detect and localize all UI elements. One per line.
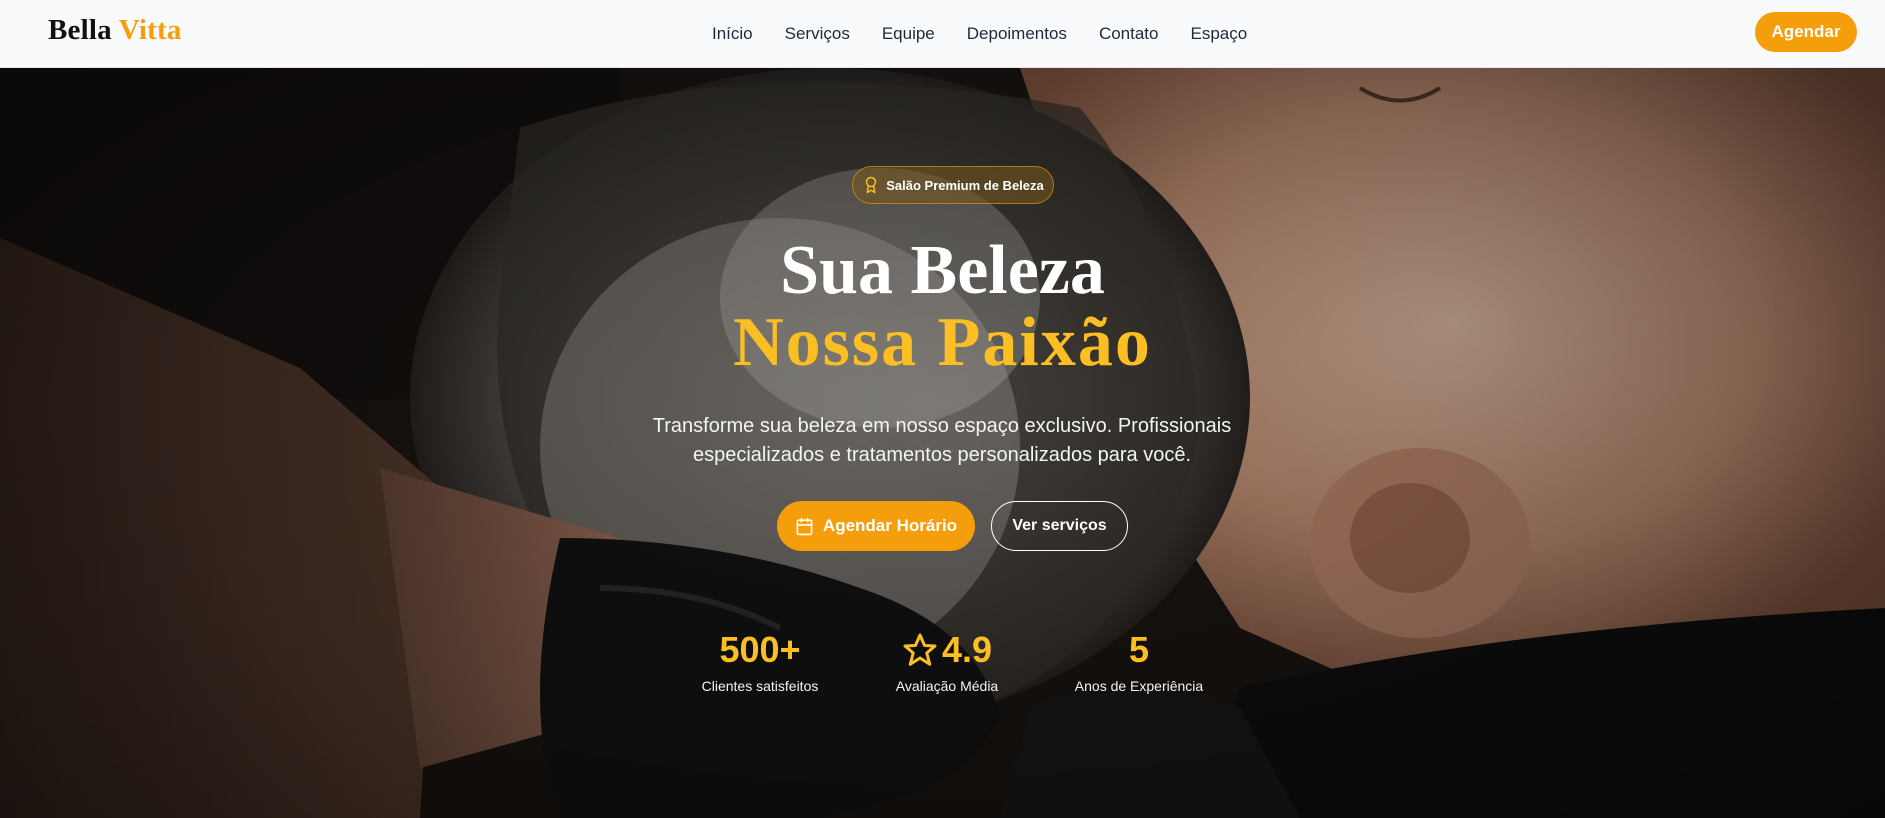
hero-title-line1: Sua Beleza [780, 232, 1105, 309]
hero-subtitle: Transforme sua beleza em nosso espaço ex… [652, 415, 1232, 466]
nav-links: Início Serviços Equipe Depoimentos Conta… [712, 0, 1279, 68]
brand-name-part2: Vitta [118, 14, 182, 46]
star-icon [903, 633, 937, 666]
hero-section: Salão Premium de Beleza Sua Beleza Nossa… [0, 68, 1885, 818]
stat-clients-value: 500+ [719, 629, 801, 670]
award-icon [865, 176, 877, 194]
ver-servicos-button[interactable]: Ver serviços [991, 501, 1128, 551]
brand-name-part1: Bella [48, 14, 112, 46]
premium-badge: Salão Premium de Beleza [852, 166, 1054, 204]
stat-clients: 500+ Clientes satisfeitos [696, 629, 824, 695]
badge-label: Salão Premium de Beleza [886, 177, 1044, 193]
stat-rating-value: 4.9 [941, 629, 993, 670]
hero-title-line2: Nossa Paixão [733, 304, 1152, 381]
stat-rating: 4.9 Avaliação Média [890, 632, 1004, 695]
stat-years-label: Anos de Experiência [1074, 678, 1204, 694]
stat-rating-value-wrap: 4.9 [890, 632, 1004, 668]
agendar-horario-label: Agendar Horário [822, 516, 958, 535]
agendar-horario-button[interactable]: Agendar Horário [777, 501, 975, 551]
stat-years: 5 Anos de Experiência [1074, 629, 1204, 695]
stat-clients-label: Clientes satisfeitos [701, 678, 819, 694]
calendar-icon [796, 517, 813, 535]
navbar: Bella Vitta Início Serviços Equipe Depoi… [0, 0, 1885, 68]
nav-link-contato[interactable]: Contato [1099, 24, 1159, 44]
brand-logo[interactable]: Bella Vitta [48, 14, 182, 47]
stat-years-value: 5 [1128, 629, 1150, 670]
nav-link-inicio[interactable]: Início [712, 24, 753, 44]
nav-link-depoimentos[interactable]: Depoimentos [967, 24, 1067, 44]
nav-agendar-button[interactable]: Agendar [1755, 12, 1857, 52]
nav-link-equipe[interactable]: Equipe [882, 24, 935, 44]
nav-link-servicos[interactable]: Serviços [785, 24, 850, 44]
stat-rating-label: Avaliação Média [895, 678, 999, 694]
nav-link-espaco[interactable]: Espaço [1190, 24, 1247, 44]
